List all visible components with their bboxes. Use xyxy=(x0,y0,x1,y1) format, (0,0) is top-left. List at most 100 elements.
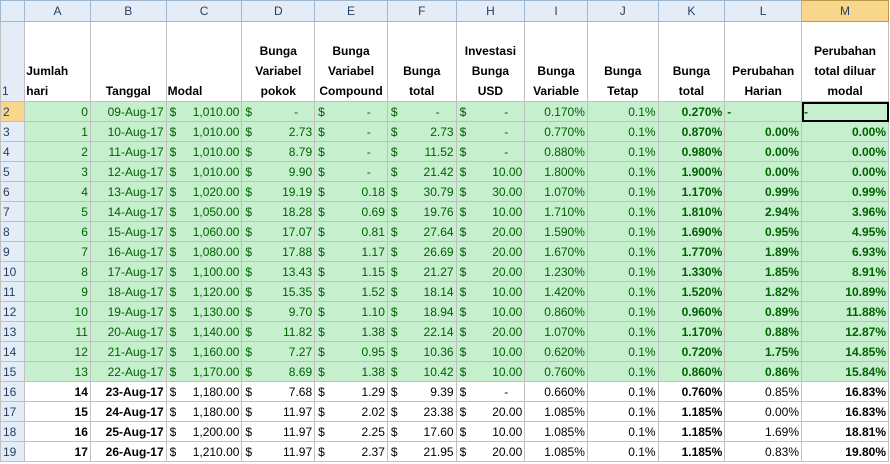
row-header[interactable]: 7 xyxy=(0,201,26,222)
row-header[interactable]: 11 xyxy=(0,281,26,302)
cell[interactable]: 0.870% xyxy=(657,121,726,142)
cell[interactable]: 25-Aug-17 xyxy=(89,421,167,442)
cell[interactable]: 14-Aug-17 xyxy=(89,201,167,222)
cell[interactable]: 24-Aug-17 xyxy=(89,401,167,422)
cell[interactable]: $2.73 xyxy=(241,121,316,142)
header-cell[interactable]: Bunga Variable xyxy=(524,21,588,102)
cell[interactable]: $1.15 xyxy=(314,261,388,282)
cell[interactable]: 0.1% xyxy=(586,121,659,142)
cell[interactable]: $1.52 xyxy=(314,281,388,302)
cell[interactable]: 1.330% xyxy=(657,261,726,282)
cell[interactable]: 2 xyxy=(24,141,91,162)
cell[interactable]: 0.00% xyxy=(801,121,889,142)
cell[interactable]: - xyxy=(801,101,889,122)
cell[interactable]: 15-Aug-17 xyxy=(89,221,167,242)
cell[interactable]: $11.97 xyxy=(241,441,316,462)
cell[interactable]: $1.38 xyxy=(314,361,388,382)
cell[interactable]: 0.1% xyxy=(586,221,659,242)
cell[interactable]: 10-Aug-17 xyxy=(89,121,167,142)
cell[interactable]: 10.89% xyxy=(801,281,889,302)
cell[interactable]: 21-Aug-17 xyxy=(89,341,167,362)
cell[interactable]: 0.99% xyxy=(724,181,803,202)
cell[interactable]: 0.270% xyxy=(657,101,726,122)
cell[interactable]: $1,100.00 xyxy=(165,261,243,282)
cell[interactable]: $2.37 xyxy=(314,441,388,462)
cell[interactable]: 0.980% xyxy=(657,141,726,162)
row-header[interactable]: 15 xyxy=(0,361,26,382)
cell[interactable]: $ - xyxy=(241,101,316,122)
cell[interactable]: $1,010.00 xyxy=(165,101,243,122)
cell[interactable]: 0.1% xyxy=(586,401,659,422)
column-header-a[interactable]: A xyxy=(24,0,91,22)
header-cell[interactable]: Bunga Tetap xyxy=(586,21,659,102)
cell[interactable]: $19.19 xyxy=(241,181,316,202)
cell[interactable]: 1.800% xyxy=(524,161,588,182)
cell[interactable]: $20.00 xyxy=(455,261,526,282)
cell[interactable]: 12.87% xyxy=(801,321,889,342)
cell[interactable]: 13 xyxy=(24,361,91,382)
cell[interactable]: 1.75% xyxy=(724,341,803,362)
column-header-k[interactable]: K xyxy=(657,0,726,22)
cell[interactable]: 14.85% xyxy=(801,341,889,362)
cell[interactable]: 18.81% xyxy=(801,421,889,442)
column-header-b[interactable]: B xyxy=(89,0,167,22)
cell[interactable]: $ - xyxy=(455,101,526,122)
row-header[interactable]: 13 xyxy=(0,321,26,342)
row-header[interactable]: 17 xyxy=(0,401,26,422)
cell[interactable]: 0.88% xyxy=(724,321,803,342)
cell[interactable]: 0.760% xyxy=(524,361,588,382)
cell[interactable]: $20.00 xyxy=(455,221,526,242)
cell[interactable]: $15.35 xyxy=(241,281,316,302)
cell[interactable]: 16.83% xyxy=(801,401,889,422)
cell[interactable]: $ - xyxy=(314,121,388,142)
cell[interactable]: 1.170% xyxy=(657,321,726,342)
cell[interactable]: $1,050.00 xyxy=(165,201,243,222)
cell[interactable]: $23.38 xyxy=(386,401,457,422)
cell[interactable]: 1.82% xyxy=(724,281,803,302)
cell[interactable]: $20.00 xyxy=(455,441,526,462)
cell[interactable]: 1.770% xyxy=(657,241,726,262)
cell[interactable]: 13-Aug-17 xyxy=(89,181,167,202)
cell[interactable]: $10.00 xyxy=(455,421,526,442)
header-cell[interactable]: Modal xyxy=(165,21,243,102)
column-header-j[interactable]: J xyxy=(586,0,659,22)
cell[interactable]: 0.00% xyxy=(724,141,803,162)
cell[interactable]: 0.86% xyxy=(724,361,803,382)
cell[interactable]: 0.170% xyxy=(524,101,588,122)
cell[interactable]: $1,160.00 xyxy=(165,341,243,362)
cell[interactable]: $9.70 xyxy=(241,301,316,322)
row-header[interactable]: 19 xyxy=(0,441,26,462)
cell[interactable]: 1.85% xyxy=(724,261,803,282)
cell[interactable]: $ - xyxy=(386,101,457,122)
row-header[interactable]: 10 xyxy=(0,261,26,282)
cell[interactable]: $0.69 xyxy=(314,201,388,222)
cell[interactable]: $9.39 xyxy=(386,381,457,402)
cell[interactable]: $2.02 xyxy=(314,401,388,422)
cell[interactable]: 1.185% xyxy=(657,401,726,422)
cell[interactable]: 3 xyxy=(24,161,91,182)
column-header-l[interactable]: L xyxy=(724,0,803,22)
cell[interactable]: 16.83% xyxy=(801,381,889,402)
cell[interactable]: 10 xyxy=(24,301,91,322)
cell[interactable]: 1.520% xyxy=(657,281,726,302)
cell[interactable]: $10.00 xyxy=(455,341,526,362)
cell[interactable]: 1.710% xyxy=(524,201,588,222)
cell[interactable]: 0.1% xyxy=(586,181,659,202)
cell[interactable]: 1.670% xyxy=(524,241,588,262)
cell[interactable]: 8 xyxy=(24,261,91,282)
row-header[interactable]: 9 xyxy=(0,241,26,262)
cell[interactable]: 22-Aug-17 xyxy=(89,361,167,382)
cell[interactable]: $0.81 xyxy=(314,221,388,242)
cell[interactable]: 0.1% xyxy=(586,361,659,382)
cell[interactable]: 1.170% xyxy=(657,181,726,202)
cell[interactable]: 0.1% xyxy=(586,241,659,262)
cell[interactable]: $1,010.00 xyxy=(165,141,243,162)
cell[interactable]: 0.89% xyxy=(724,301,803,322)
cell[interactable]: 2.94% xyxy=(724,201,803,222)
cell[interactable]: $0.18 xyxy=(314,181,388,202)
cell[interactable]: $10.00 xyxy=(455,201,526,222)
row-header[interactable]: 18 xyxy=(0,421,26,442)
cell[interactable]: $18.14 xyxy=(386,281,457,302)
cell[interactable]: $17.07 xyxy=(241,221,316,242)
header-cell[interactable]: Perubahan Harian xyxy=(724,21,803,102)
